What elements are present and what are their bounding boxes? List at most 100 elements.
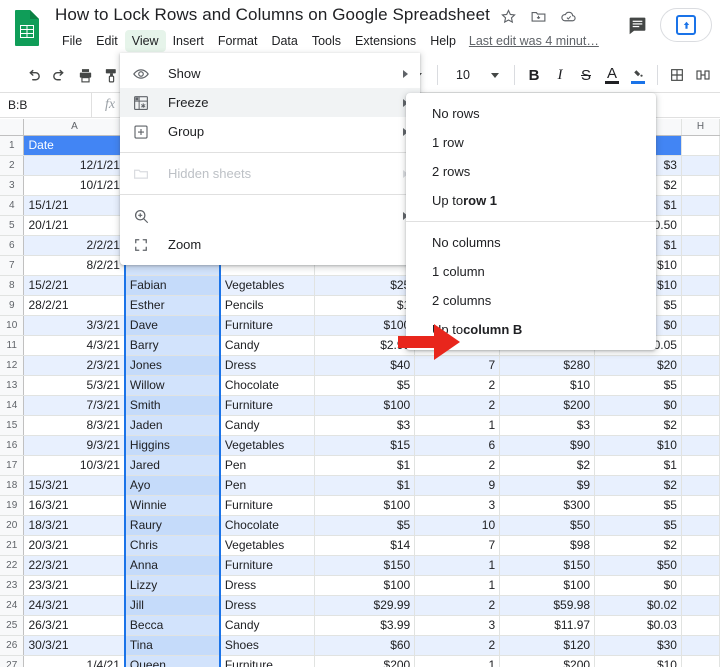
cell-B21[interactable]: Chris [123, 535, 221, 556]
cell-C26[interactable]: Shoes [219, 635, 316, 656]
cell-G15[interactable]: $2 [594, 415, 682, 436]
cell-H26[interactable] [681, 635, 720, 656]
italic-button[interactable]: I [547, 62, 573, 88]
cell-H6[interactable] [681, 235, 720, 256]
menu-edit[interactable]: Edit [89, 30, 125, 52]
cell-C17[interactable]: Pen [219, 455, 316, 476]
cell-A21[interactable]: 20/3/21 [23, 535, 126, 556]
table-row[interactable]: 19 16/3/21 Winnie Furniture $100 3 $300 $5 [0, 495, 720, 516]
row-header-21[interactable]: 21 [0, 535, 25, 556]
row-header-10[interactable]: 10 [0, 315, 25, 336]
row-header-7[interactable]: 7 [0, 255, 25, 276]
font-size-value[interactable]: 10 [444, 63, 482, 87]
cloud-saved-icon[interactable] [560, 8, 577, 25]
cell-F18[interactable]: $9 [499, 475, 596, 496]
cell-F21[interactable]: $98 [499, 535, 596, 556]
cell-B11[interactable]: Barry [123, 335, 221, 356]
cell-H16[interactable] [681, 435, 720, 456]
share-button[interactable] [660, 8, 712, 42]
cell-E26[interactable]: 2 [414, 635, 501, 656]
cell-D18[interactable]: $1 [314, 475, 416, 496]
cell-E16[interactable]: 6 [414, 435, 501, 456]
cell-A7[interactable]: 8/2/21 [23, 255, 126, 276]
cell-A9[interactable]: 28/2/21 [23, 295, 126, 316]
cell-G12[interactable]: $20 [594, 355, 682, 376]
cell-C16[interactable]: Vegetables [219, 435, 316, 456]
cell-H18[interactable] [681, 475, 720, 496]
row-header-17[interactable]: 17 [0, 455, 25, 476]
cell-H1[interactable] [681, 135, 720, 156]
row-header-24[interactable]: 24 [0, 595, 25, 616]
table-row[interactable]: 22 22/3/21 Anna Furniture $150 1 $150 $50 [0, 555, 720, 576]
cell-A24[interactable]: 24/3/21 [23, 595, 126, 616]
cell-F14[interactable]: $200 [499, 395, 596, 416]
cell-C12[interactable]: Dress [219, 355, 316, 376]
table-row[interactable]: 18 15/3/21 Ayo Pen $1 9 $9 $2 [0, 475, 720, 496]
bold-button[interactable]: B [521, 62, 547, 88]
table-row[interactable]: 13 5/3/21 Willow Chocolate $5 2 $10 $5 [0, 375, 720, 396]
cell-E19[interactable]: 3 [414, 495, 501, 516]
cell-C20[interactable]: Chocolate [219, 515, 316, 536]
cell-B17[interactable]: Jared [123, 455, 221, 476]
cell-H2[interactable] [681, 155, 720, 176]
cell-G18[interactable]: $2 [594, 475, 682, 496]
row-header-20[interactable]: 20 [0, 515, 25, 536]
cell-G26[interactable]: $30 [594, 635, 682, 656]
cell-H11[interactable] [681, 335, 720, 356]
cell-A1[interactable]: Date [23, 135, 126, 156]
table-row[interactable]: 23 23/3/21 Lizzy Dress $100 1 $100 $0 [0, 575, 720, 596]
cell-H3[interactable] [681, 175, 720, 196]
undo-icon[interactable] [20, 62, 46, 88]
cell-H13[interactable] [681, 375, 720, 396]
cell-D23[interactable]: $100 [314, 575, 416, 596]
view-menu-item-show[interactable]: Show [120, 59, 420, 88]
cell-B24[interactable]: Jill [123, 595, 221, 616]
last-edit-status[interactable]: Last edit was 4 minut… [469, 34, 599, 48]
cell-B23[interactable]: Lizzy [123, 575, 221, 596]
cell-F26[interactable]: $120 [499, 635, 596, 656]
cell-F12[interactable]: $280 [499, 355, 596, 376]
row-header-4[interactable]: 4 [0, 195, 25, 216]
row-header-25[interactable]: 25 [0, 615, 25, 636]
cell-E15[interactable]: 1 [414, 415, 501, 436]
cell-F19[interactable]: $300 [499, 495, 596, 516]
freeze-item-up-to-column-b[interactable]: Up to column B [406, 315, 656, 344]
freeze-item-no-rows[interactable]: No rows [406, 99, 656, 128]
cell-A11[interactable]: 4/3/21 [23, 335, 126, 356]
table-row[interactable]: 24 24/3/21 Jill Dress $29.99 2 $59.98 $0.02 [0, 595, 720, 616]
cell-A15[interactable]: 8/3/21 [23, 415, 126, 436]
cell-H5[interactable] [681, 215, 720, 236]
cell-H27[interactable] [681, 655, 720, 667]
cell-D13[interactable]: $5 [314, 375, 416, 396]
cell-C13[interactable]: Chocolate [219, 375, 316, 396]
merge-cells-icon[interactable] [690, 62, 716, 88]
cell-G25[interactable]: $0.03 [594, 615, 682, 636]
cell-A5[interactable]: 20/1/21 [23, 215, 126, 236]
cell-C18[interactable]: Pen [219, 475, 316, 496]
cell-D27[interactable]: $200 [314, 655, 416, 667]
cell-F22[interactable]: $150 [499, 555, 596, 576]
row-header-5[interactable]: 5 [0, 215, 25, 236]
cell-D14[interactable]: $100 [314, 395, 416, 416]
toolbar-overflow-caret-icon[interactable] [716, 62, 720, 88]
cell-D26[interactable]: $60 [314, 635, 416, 656]
column-header-H[interactable]: H [681, 119, 720, 136]
cell-F23[interactable]: $100 [499, 575, 596, 596]
cell-B16[interactable]: Higgins [123, 435, 221, 456]
view-menu-item-freeze[interactable]: Freeze [120, 88, 420, 117]
cell-C9[interactable]: Pencils [219, 295, 316, 316]
cell-C15[interactable]: Candy [219, 415, 316, 436]
cell-D24[interactable]: $29.99 [314, 595, 416, 616]
cell-H20[interactable] [681, 515, 720, 536]
view-menu-item-full-screen[interactable]: Zoom [120, 230, 420, 259]
row-header-3[interactable]: 3 [0, 175, 25, 196]
cell-A10[interactable]: 3/3/21 [23, 315, 126, 336]
menu-insert[interactable]: Insert [166, 30, 211, 52]
cell-E14[interactable]: 2 [414, 395, 501, 416]
cell-A16[interactable]: 9/3/21 [23, 435, 126, 456]
cell-F27[interactable]: $200 [499, 655, 596, 667]
row-header-14[interactable]: 14 [0, 395, 25, 416]
row-header-6[interactable]: 6 [0, 235, 25, 256]
cell-E20[interactable]: 10 [414, 515, 501, 536]
cell-H7[interactable] [681, 255, 720, 276]
